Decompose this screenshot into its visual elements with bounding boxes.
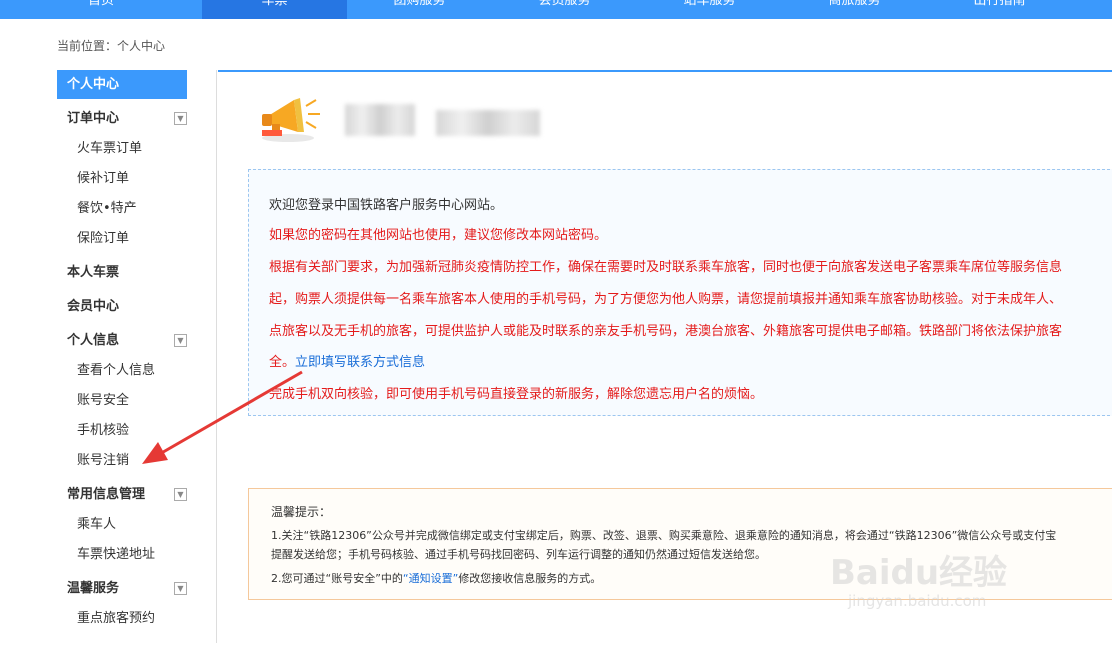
watermark-logo: Baidu经验 (830, 553, 1008, 593)
sidebar-group-order-center[interactable]: 订单中心 ▼ (57, 109, 187, 129)
sidebar-item-account-security[interactable]: 账号安全 (57, 391, 187, 411)
sidebar-group-label: 常用信息管理 (67, 487, 146, 502)
nav-station-service[interactable]: 站车服务 (637, 0, 782, 19)
collapse-icon[interactable]: ▼ (174, 112, 187, 125)
nav-business-service[interactable]: 商旅服务 (782, 0, 927, 19)
blurred-username (345, 104, 415, 136)
notice-line-4-prefix: 全。 (269, 355, 296, 370)
watermark-url: jingyan.baidu.com (848, 592, 987, 610)
breadcrumb: 当前位置：个人中心 (57, 39, 166, 53)
sidebar-item-view-info[interactable]: 查看个人信息 (57, 361, 187, 381)
tips-line-3: 2.您可通过“账号安全”中的“通知设置”修改您接收信息服务的方式。 (271, 570, 601, 586)
collapse-icon[interactable]: ▼ (174, 334, 187, 347)
welcome-notice: 欢迎您登录中国铁路客户服务中心网站。 如果您的密码在其他网站也使用，建议您修改本… (248, 169, 1112, 416)
tips-line-3-suffix: 修改您接收信息服务的方式。 (458, 572, 602, 585)
sidebar-item-account-cancel[interactable]: 账号注销 (57, 451, 187, 471)
sidebar-item-insurance-orders[interactable]: 保险订单 (57, 229, 187, 249)
nav-member-service[interactable]: 会员服务 (492, 0, 637, 19)
sidebar-item-phone-verify[interactable]: 手机核验 (57, 421, 187, 441)
password-warning: 如果您的密码在其他网站也使用，建议您修改本网站密码。 (269, 228, 608, 243)
sidebar-group-care-service[interactable]: 温馨服务 ▼ (57, 579, 187, 599)
sidebar-item-waitlist-orders[interactable]: 候补订单 (57, 169, 187, 189)
notice-line-1: 根据有关部门要求，为加强新冠肺炎疫情防控工作，确保在需要时及时联系乘车旅客，同时… (269, 260, 1063, 275)
tips-line-1: 1.关注“铁路12306”公众号并完成微信绑定或支付宝绑定后，购票、改签、退票、… (271, 529, 1057, 542)
collapse-icon[interactable]: ▼ (174, 488, 187, 501)
tips-line-2: 提醒发送给您；手机号码核验、通过手机号码找回密码、列车运行调整的通知仍然通过短信… (271, 548, 766, 561)
nav-travel-guide[interactable]: 出行指南 (927, 0, 1072, 19)
collapse-icon[interactable]: ▼ (174, 582, 187, 595)
sidebar-item-member-center[interactable]: 会员中心 (57, 297, 187, 317)
megaphone-icon (262, 98, 320, 142)
sidebar-divider (216, 70, 217, 643)
sidebar-item-passengers[interactable]: 乘车人 (57, 515, 187, 535)
notice-line-2: 起，购票人须提供每一名乘车旅客本人使用的手机号码，为了方便您为他人购票，请您提前… (269, 292, 1063, 307)
tips-line-3-prefix: 2.您可通过“账号安全”中的 (271, 572, 403, 585)
blurred-greeting (436, 110, 540, 136)
nav-tickets[interactable]: 车票 (202, 0, 347, 19)
notice-line-5: 完成手机双向核验，即可使用手机号码直接登录的新服务，解除您遗忘用户名的烦恼。 (269, 387, 764, 402)
sidebar-item-personal-center[interactable]: 个人中心 (57, 70, 187, 99)
sidebar-item-delivery-address[interactable]: 车票快递地址 (57, 545, 187, 565)
sidebar: 个人中心 订单中心 ▼ 火车票订单 候补订单 餐饮•特产 保险订单 本人车票 会… (57, 70, 187, 629)
sidebar-group-common-info[interactable]: 常用信息管理 ▼ (57, 485, 187, 505)
sidebar-group-label: 个人信息 (67, 333, 120, 348)
sidebar-group-label: 订单中心 (67, 111, 120, 126)
sidebar-group-personal-info[interactable]: 个人信息 ▼ (57, 331, 187, 351)
top-navigation: 首页 车票 团购服务 会员服务 站车服务 商旅服务 出行指南 (0, 0, 1112, 19)
fill-contact-info-link[interactable]: 立即填写联系方式信息 (295, 355, 425, 370)
sidebar-item-catering[interactable]: 餐饮•特产 (57, 199, 187, 219)
sidebar-item-my-tickets[interactable]: 本人车票 (57, 263, 187, 283)
welcome-text: 欢迎您登录中国铁路客户服务中心网站。 (269, 198, 504, 213)
nav-home[interactable]: 首页 (0, 0, 202, 19)
nav-group-service[interactable]: 团购服务 (347, 0, 492, 19)
tips-title: 温馨提示： (271, 505, 332, 519)
notice-line-3: 点旅客以及无手机的旅客，可提供监护人或能及时联系的亲友手机号码，港澳台旅客、外籍… (269, 324, 1063, 339)
sidebar-group-label: 温馨服务 (67, 581, 120, 596)
sidebar-item-priority-booking[interactable]: 重点旅客预约 (57, 609, 187, 629)
sidebar-item-train-orders[interactable]: 火车票订单 (57, 139, 187, 159)
notice-line-4: 全。立即填写联系方式信息 (269, 351, 425, 370)
notification-settings-link[interactable]: “通知设置” (403, 572, 458, 585)
